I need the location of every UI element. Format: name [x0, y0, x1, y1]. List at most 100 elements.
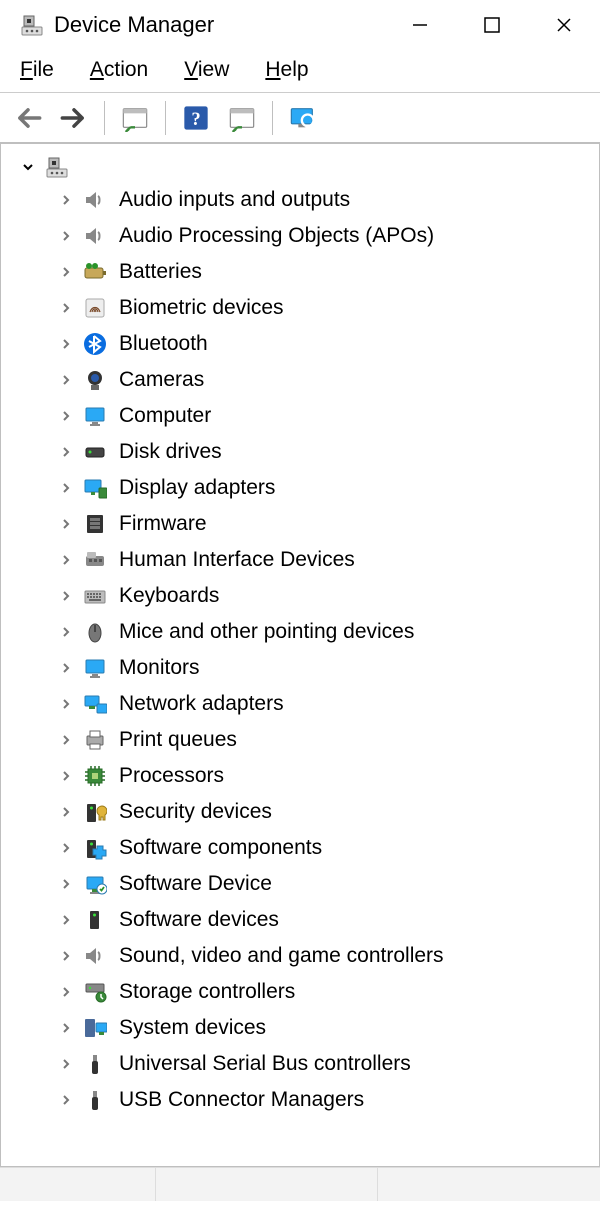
tree-category-row[interactable]: Biometric devices: [1, 290, 599, 326]
network-icon: [81, 690, 109, 718]
expand-arrow-icon[interactable]: [57, 731, 75, 749]
tree-category-row[interactable]: Storage controllers: [1, 974, 599, 1010]
toolbar-scan-button[interactable]: [222, 101, 262, 135]
expand-arrow-icon[interactable]: [57, 1019, 75, 1037]
sound-icon: [81, 942, 109, 970]
tree-category-row[interactable]: USB Connector Managers: [1, 1082, 599, 1118]
menu-bar: File Action View Help: [0, 50, 600, 93]
expand-arrow-icon[interactable]: [57, 263, 75, 281]
tree-category-row[interactable]: Audio inputs and outputs: [1, 182, 599, 218]
toolbar-back-button[interactable]: [8, 101, 48, 135]
expand-arrow-icon[interactable]: [57, 1055, 75, 1073]
menu-help[interactable]: Help: [265, 58, 308, 82]
menu-file[interactable]: File: [20, 58, 54, 82]
expand-arrow-icon[interactable]: [57, 767, 75, 785]
tree-root-computer[interactable]: [1, 152, 599, 182]
status-cell: [156, 1168, 378, 1201]
tree-category-row[interactable]: Processors: [1, 758, 599, 794]
tree-category-row[interactable]: Print queues: [1, 722, 599, 758]
maximize-button[interactable]: [456, 0, 528, 50]
expand-arrow-icon[interactable]: [57, 623, 75, 641]
category-label: Cameras: [119, 368, 204, 392]
menu-action[interactable]: Action: [90, 58, 148, 82]
tree-category-row[interactable]: Disk drives: [1, 434, 599, 470]
tree-category-row[interactable]: Software components: [1, 830, 599, 866]
tree-category-row[interactable]: Monitors: [1, 650, 599, 686]
category-label: Batteries: [119, 260, 202, 284]
expand-arrow-icon[interactable]: [57, 587, 75, 605]
expand-arrow-icon[interactable]: [57, 983, 75, 1001]
tree-category-row[interactable]: Universal Serial Bus controllers: [1, 1046, 599, 1082]
category-label: USB Connector Managers: [119, 1088, 364, 1112]
category-label: System devices: [119, 1016, 266, 1040]
menu-view[interactable]: View: [184, 58, 229, 82]
toolbar-properties-button[interactable]: [283, 101, 323, 135]
tree-category-row[interactable]: Firmware: [1, 506, 599, 542]
expand-arrow-icon[interactable]: [57, 443, 75, 461]
expand-arrow-icon[interactable]: [57, 1091, 75, 1109]
expand-arrow-icon[interactable]: [57, 479, 75, 497]
computer-icon: [81, 402, 109, 430]
camera-icon: [81, 366, 109, 394]
tree-category-row[interactable]: Cameras: [1, 362, 599, 398]
minimize-button[interactable]: [384, 0, 456, 50]
toolbar-help-button[interactable]: [176, 101, 216, 135]
expand-arrow-icon[interactable]: [57, 335, 75, 353]
status-cell: [0, 1168, 156, 1201]
expand-arrow-icon[interactable]: [57, 191, 75, 209]
tree-category-row[interactable]: Keyboards: [1, 578, 599, 614]
tree-category-row[interactable]: Display adapters: [1, 470, 599, 506]
device-tree[interactable]: Audio inputs and outputs Audio Processing…: [1, 144, 599, 1138]
tree-category-row[interactable]: Software devices: [1, 902, 599, 938]
category-label: Network adapters: [119, 692, 284, 716]
expand-arrow-icon[interactable]: [57, 875, 75, 893]
expand-arrow-icon[interactable]: [57, 407, 75, 425]
tree-category-row[interactable]: Software Device: [1, 866, 599, 902]
title-bar: Device Manager: [0, 0, 600, 50]
hid-icon: [81, 546, 109, 574]
expand-arrow-icon[interactable]: [57, 911, 75, 929]
expand-arrow-icon[interactable]: [57, 947, 75, 965]
category-label: Disk drives: [119, 440, 222, 464]
category-label: Audio inputs and outputs: [119, 188, 350, 212]
software-devices-icon: [81, 906, 109, 934]
category-label: Display adapters: [119, 476, 275, 500]
expand-arrow-icon[interactable]: [57, 839, 75, 857]
category-label: Firmware: [119, 512, 207, 536]
mouse-icon: [81, 618, 109, 646]
monitor-icon: [81, 654, 109, 682]
tree-category-row[interactable]: Security devices: [1, 794, 599, 830]
expand-arrow-icon[interactable]: [57, 371, 75, 389]
toolbar-forward-button[interactable]: [54, 101, 94, 135]
system-icon: [81, 1014, 109, 1042]
category-label: Computer: [119, 404, 211, 428]
category-label: Security devices: [119, 800, 272, 824]
expand-arrow-icon[interactable]: [57, 299, 75, 317]
expand-arrow-icon[interactable]: [57, 695, 75, 713]
expand-arrow-icon[interactable]: [57, 803, 75, 821]
category-label: Print queues: [119, 728, 237, 752]
tree-category-row[interactable]: Network adapters: [1, 686, 599, 722]
tree-category-row[interactable]: Mice and other pointing devices: [1, 614, 599, 650]
category-label: Processors: [119, 764, 224, 788]
tree-category-row[interactable]: Computer: [1, 398, 599, 434]
expand-arrow-icon[interactable]: [57, 227, 75, 245]
bluetooth-icon: [81, 330, 109, 358]
tree-category-row[interactable]: Sound, video and game controllers: [1, 938, 599, 974]
expand-arrow-icon[interactable]: [57, 659, 75, 677]
tree-category-row[interactable]: Human Interface Devices: [1, 542, 599, 578]
tree-category-row[interactable]: Bluetooth: [1, 326, 599, 362]
window-title: Device Manager: [54, 12, 214, 38]
category-label: Biometric devices: [119, 296, 284, 320]
tree-category-row[interactable]: System devices: [1, 1010, 599, 1046]
expand-arrow-icon[interactable]: [19, 158, 37, 176]
tree-category-row[interactable]: Audio Processing Objects (APOs): [1, 218, 599, 254]
expand-arrow-icon[interactable]: [57, 515, 75, 533]
close-button[interactable]: [528, 0, 600, 50]
category-label: Monitors: [119, 656, 200, 680]
category-label: Human Interface Devices: [119, 548, 355, 572]
tree-category-row[interactable]: Batteries: [1, 254, 599, 290]
expand-arrow-icon[interactable]: [57, 551, 75, 569]
toolbar-show-hidden-button[interactable]: [115, 101, 155, 135]
usb-connector-icon: [81, 1086, 109, 1114]
